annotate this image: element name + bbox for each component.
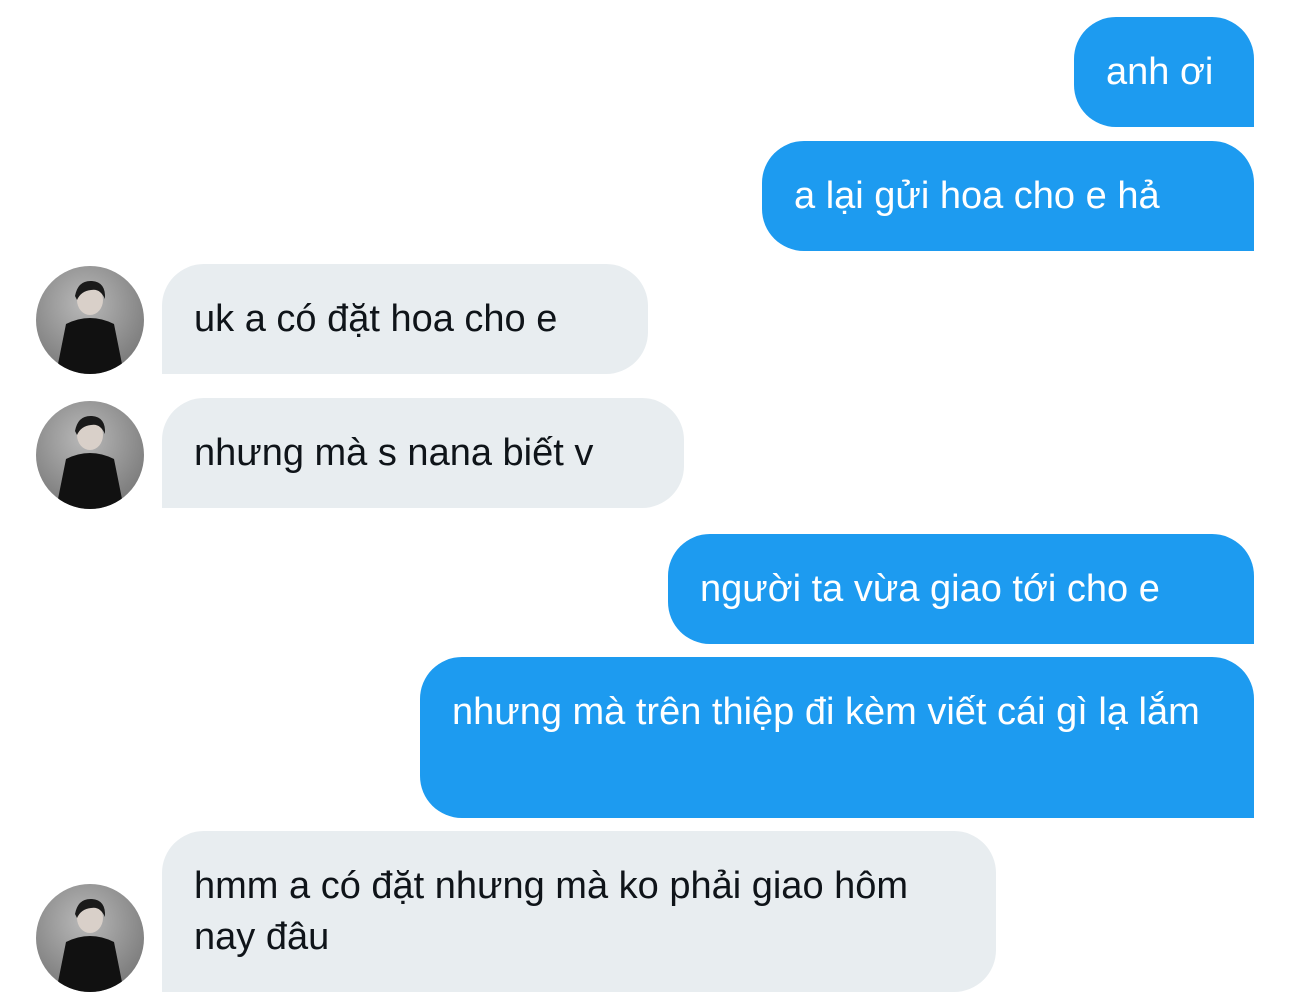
- avatar-photo-icon: [36, 266, 144, 374]
- incoming-message-bubble[interactable]: uk a có đặt hoa cho e: [162, 264, 648, 374]
- message-text: anh ơi: [1106, 51, 1214, 93]
- message-text: hmm a có đặt nhưng mà ko phải giao hôm n…: [194, 865, 909, 958]
- message-text: người ta vừa giao tới cho e: [700, 568, 1160, 610]
- outgoing-message-bubble[interactable]: a lại gửi hoa cho e hả: [762, 141, 1254, 251]
- message-text: a lại gửi hoa cho e hả: [794, 175, 1160, 217]
- incoming-message-bubble[interactable]: hmm a có đặt nhưng mà ko phải giao hôm n…: [162, 831, 996, 992]
- outgoing-message-bubble[interactable]: anh ơi: [1074, 17, 1254, 127]
- incoming-message-bubble[interactable]: nhưng mà s nana biết v: [162, 398, 684, 508]
- contact-avatar[interactable]: [36, 884, 144, 992]
- message-text: uk a có đặt hoa cho e: [194, 298, 558, 340]
- avatar-photo-icon: [36, 401, 144, 509]
- outgoing-message-bubble[interactable]: người ta vừa giao tới cho e: [668, 534, 1254, 644]
- message-text: nhưng mà s nana biết v: [194, 432, 594, 474]
- message-text: nhưng mà trên thiệp đi kèm viết cái gì l…: [452, 691, 1200, 733]
- contact-avatar[interactable]: [36, 266, 144, 374]
- avatar-photo-icon: [36, 884, 144, 992]
- chat-thread: anh ơi a lại gửi hoa cho e hả uk a có đặ…: [0, 0, 1290, 998]
- contact-avatar[interactable]: [36, 401, 144, 509]
- outgoing-message-bubble[interactable]: nhưng mà trên thiệp đi kèm viết cái gì l…: [420, 657, 1254, 818]
